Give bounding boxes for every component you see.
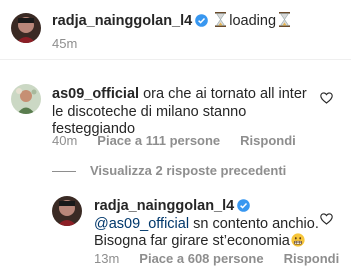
caption-text: radja_nainggolan_l4 loading bbox=[52, 12, 293, 31]
comment-text: as09_official ora che ai tornato all int… bbox=[52, 86, 314, 139]
comment-reply-button[interactable]: Rispondi bbox=[240, 133, 296, 148]
like-heart-icon[interactable] bbox=[320, 213, 333, 225]
reply-mention[interactable]: @as09_official bbox=[94, 216, 189, 232]
caption-body: loading bbox=[229, 13, 277, 29]
comment-avatar[interactable] bbox=[11, 84, 41, 114]
reply-avatar[interactable] bbox=[52, 196, 82, 226]
view-previous-replies[interactable]: Visualizza 2 risposte precedenti bbox=[52, 163, 286, 178]
verified-badge-icon bbox=[195, 14, 209, 27]
comment-time: 40m bbox=[52, 133, 78, 148]
reply-likes[interactable]: Piace a 608 persone bbox=[139, 251, 263, 266]
caption-divider bbox=[0, 59, 351, 60]
reply-time: 13m bbox=[94, 251, 120, 266]
comment-meta: 40m Piace a 111 persone Rispondi bbox=[52, 133, 316, 148]
replies-line bbox=[52, 171, 76, 173]
view-replies-label[interactable]: Visualizza 2 risposte precedenti bbox=[90, 163, 286, 178]
grimacing-emoji-icon bbox=[291, 233, 305, 247]
reply-body-line1: sn contento anchio. bbox=[189, 215, 319, 232]
reply-meta: 13m Piace a 608 persone Rispondi bbox=[94, 251, 351, 266]
hourglass-icon bbox=[215, 12, 227, 27]
reply-username[interactable]: radja_nainggolan_l4 bbox=[94, 198, 234, 214]
comment-username[interactable]: as09_official bbox=[52, 86, 139, 102]
reply-reply-button[interactable]: Rispondi bbox=[284, 251, 340, 266]
reply-text: radja_nainggolan_l4 @as09_official sn co… bbox=[94, 198, 324, 251]
reply-body-line2: Bisogna far girare st’economia bbox=[94, 233, 290, 249]
caption-time: 45m bbox=[52, 36, 78, 51]
caption-avatar[interactable] bbox=[11, 13, 41, 43]
hourglass-icon bbox=[279, 12, 291, 27]
like-heart-icon[interactable] bbox=[320, 92, 333, 104]
verified-badge-icon bbox=[237, 199, 251, 212]
comment-likes[interactable]: Piace a 111 persone bbox=[97, 133, 220, 148]
caption-username[interactable]: radja_nainggolan_l4 bbox=[52, 13, 192, 29]
